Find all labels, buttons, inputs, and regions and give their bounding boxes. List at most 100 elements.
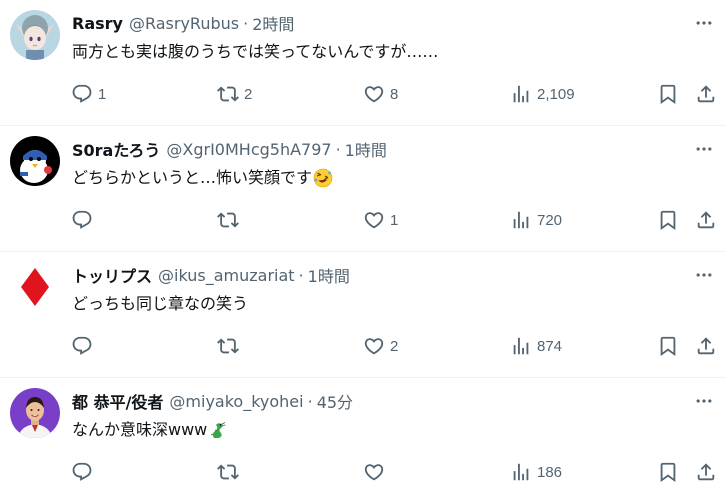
tweet-text: どちらかというと…怖い笑顔です <box>72 166 333 190</box>
bookmark-icon <box>657 83 679 105</box>
more-options-button[interactable] <box>693 264 715 286</box>
red-diamond-avatar[interactable] <box>10 262 60 312</box>
author-handle[interactable]: @XgrI0MHcg5hA797 <box>166 140 331 159</box>
share-button[interactable] <box>695 458 717 486</box>
retweet-button[interactable] <box>217 332 244 360</box>
avatar-image <box>10 10 60 60</box>
share-icon <box>695 461 717 483</box>
bar-chart-icon <box>510 83 532 105</box>
view-count: 874 <box>537 337 563 355</box>
like-count: 8 <box>390 85 399 103</box>
tweet-text: どっちも同じ章なの笑う <box>72 292 248 316</box>
action-bar: 186 <box>0 458 726 486</box>
retweet-button[interactable]: 2 <box>217 80 252 108</box>
retweet-count: 2 <box>244 85 253 103</box>
tweet-header: トッリプス @ikus_amuzariat · 1時間 <box>72 263 350 287</box>
author-handle[interactable]: @miyako_kyohei <box>169 392 303 411</box>
author-handle[interactable]: @RasryRubus <box>129 14 239 33</box>
penguin-avatar[interactable] <box>10 136 60 186</box>
author-name[interactable]: トッリプス <box>72 263 152 287</box>
tweet-text-content: どちらかというと…怖い笑顔です <box>72 168 313 187</box>
bar-chart-icon <box>510 335 532 357</box>
bookmark-icon <box>657 335 679 357</box>
timestamp[interactable]: 2時間 <box>252 11 294 35</box>
reply-button[interactable] <box>71 332 98 360</box>
separator-dot: · <box>298 265 304 285</box>
bookmark-button[interactable] <box>657 458 679 486</box>
views-button[interactable]: 186 <box>510 458 562 486</box>
share-button[interactable] <box>695 80 717 108</box>
author-name[interactable]: Rasry <box>72 14 123 33</box>
tweet-text: なんか意味深www <box>72 418 228 442</box>
author-name[interactable]: 都 恭平/役者 <box>72 389 163 413</box>
retweet-button[interactable] <box>217 458 244 486</box>
retweet-icon <box>217 461 239 483</box>
like-button[interactable]: 8 <box>363 80 398 108</box>
tweet-item[interactable]: S0raたろう @XgrI0MHcg5hA797 · 1時間 どちらかというと…… <box>0 126 726 252</box>
views-button[interactable]: 2,109 <box>510 80 575 108</box>
bar-chart-icon <box>510 461 532 483</box>
more-icon <box>694 139 714 159</box>
share-icon <box>695 335 717 357</box>
bookmark-button[interactable] <box>657 80 679 108</box>
author-name[interactable]: S0raたろう <box>72 137 160 161</box>
view-count: 720 <box>537 211 563 229</box>
action-bar: 2 874 <box>0 332 726 360</box>
reply-button[interactable]: 1 <box>71 80 106 108</box>
like-button[interactable]: 1 <box>363 206 398 234</box>
elf-character-avatar[interactable] <box>10 10 60 60</box>
bookmark-icon <box>657 461 679 483</box>
green-dragon-emoji <box>208 420 228 440</box>
reply-icon <box>71 335 93 357</box>
avatar-image <box>10 388 60 438</box>
more-options-button[interactable] <box>693 12 715 34</box>
rolling-laughing-emoji <box>313 168 333 188</box>
view-count: 2,109 <box>537 85 575 103</box>
separator-dot: · <box>335 139 341 159</box>
tweet-text: 両方とも実は腹のうちでは笑ってないんですが…… <box>72 40 438 64</box>
share-button[interactable] <box>695 206 717 234</box>
person-photo-avatar[interactable] <box>10 388 60 438</box>
views-button[interactable]: 874 <box>510 332 562 360</box>
separator-dot: · <box>307 391 313 411</box>
bookmark-icon <box>657 209 679 231</box>
tweet-header: Rasry @RasryRubus · 2時間 <box>72 11 294 35</box>
author-handle[interactable]: @ikus_amuzariat <box>158 266 295 285</box>
bar-chart-icon <box>510 209 532 231</box>
views-button[interactable]: 720 <box>510 206 562 234</box>
tweet-text-content: どっちも同じ章なの笑う <box>72 294 249 313</box>
like-count: 1 <box>390 211 399 229</box>
tweet-item[interactable]: 都 恭平/役者 @miyako_kyohei · 45分 なんか意味深www 1… <box>0 378 726 493</box>
action-bar: 1 720 <box>0 206 726 234</box>
avatar-image <box>10 262 60 312</box>
tweet-item[interactable]: Rasry @RasryRubus · 2時間 両方とも実は腹のうちでは笑ってな… <box>0 0 726 126</box>
tweet-text-content: なんか意味深www <box>72 420 208 439</box>
timestamp[interactable]: 1時間 <box>308 263 350 287</box>
tweet-header: S0raたろう @XgrI0MHcg5hA797 · 1時間 <box>72 137 387 161</box>
bookmark-button[interactable] <box>657 206 679 234</box>
view-count: 186 <box>537 463 563 481</box>
more-options-button[interactable] <box>693 138 715 160</box>
heart-icon <box>363 335 385 357</box>
reply-feed: Rasry @RasryRubus · 2時間 両方とも実は腹のうちでは笑ってな… <box>0 0 726 493</box>
like-button[interactable] <box>363 458 390 486</box>
like-button[interactable]: 2 <box>363 332 398 360</box>
more-icon <box>694 391 714 411</box>
more-options-button[interactable] <box>693 390 715 412</box>
reply-button[interactable] <box>71 206 98 234</box>
retweet-button[interactable] <box>217 206 244 234</box>
reply-count: 1 <box>98 85 107 103</box>
reply-button[interactable] <box>71 458 98 486</box>
more-icon <box>694 13 714 33</box>
more-icon <box>694 265 714 285</box>
separator-dot: · <box>243 13 249 33</box>
timestamp[interactable]: 1時間 <box>345 137 387 161</box>
bookmark-button[interactable] <box>657 332 679 360</box>
like-count: 2 <box>390 337 399 355</box>
timestamp[interactable]: 45分 <box>317 389 353 413</box>
share-icon <box>695 83 717 105</box>
reply-icon <box>71 209 93 231</box>
share-button[interactable] <box>695 332 717 360</box>
tweet-item[interactable]: トッリプス @ikus_amuzariat · 1時間 どっちも同じ章なの笑う … <box>0 252 726 378</box>
reply-icon <box>71 461 93 483</box>
